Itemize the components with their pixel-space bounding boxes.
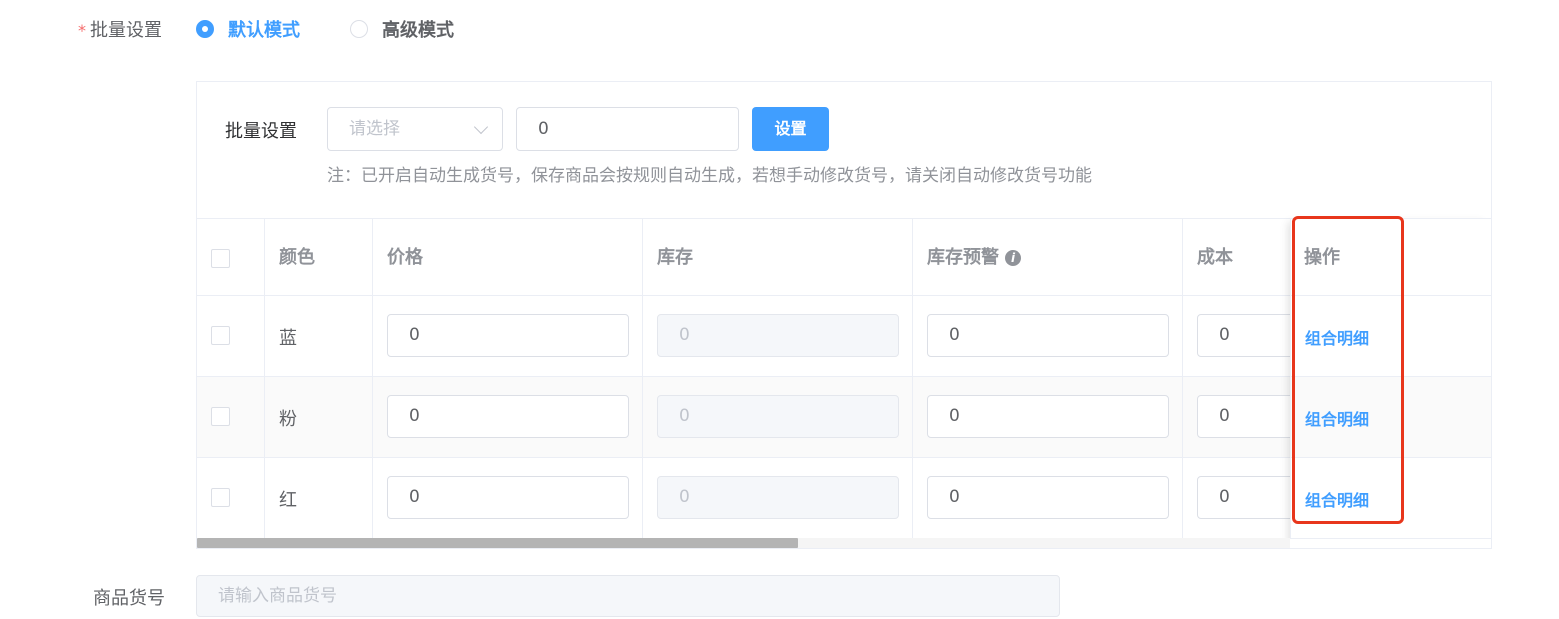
radio-dot[interactable] — [196, 20, 214, 38]
auto-sku-note: 注：已开启自动生成货号，保存商品会按规则自动生成，若想手动修改货号，请关闭自动修… — [327, 166, 1092, 186]
sku-table-panel: 批量设置 请选择 0 设置 注：已开启自动生成货号，保存商品会按规则自动生成，若… — [196, 81, 1492, 549]
stock-warning-input[interactable]: 0 — [927, 395, 1169, 438]
stock-warning-input[interactable]: 0 — [927, 314, 1169, 357]
row-checkbox-cell — [197, 458, 265, 538]
select-placeholder: 请选择 — [349, 119, 400, 139]
fixed-action-column-shadow — [1290, 218, 1491, 548]
batch-value-input[interactable]: 0 — [516, 107, 739, 151]
header-stock-warning: 库存预警 i — [913, 219, 1183, 296]
stock-warning-cell: 0 — [913, 458, 1183, 538]
color-cell: 蓝 — [265, 296, 373, 376]
header-stock: 库存 — [643, 219, 913, 296]
batch-mode-label-text: 批量设置 — [90, 20, 162, 41]
batch-field-select[interactable]: 请选择 — [327, 107, 503, 151]
price-input[interactable]: 0 — [387, 395, 629, 438]
color-value: 红 — [279, 490, 297, 511]
stock-cell: 0 — [643, 377, 913, 457]
horizontal-scrollbar-thumb[interactable] — [197, 538, 799, 548]
radio-dot[interactable] — [350, 20, 368, 38]
radio-advanced-mode[interactable]: 高级模式 — [350, 16, 454, 42]
stock-warning-cell: 0 — [913, 377, 1183, 457]
header-price: 价格 — [373, 219, 643, 296]
price-cell: 0 — [373, 296, 643, 376]
price-input[interactable]: 0 — [387, 314, 629, 357]
cost-cell: 0 — [1183, 296, 1291, 376]
header-cost: 成本 — [1183, 219, 1291, 296]
stock-cell: 0 — [643, 458, 913, 538]
row-checkbox[interactable] — [211, 488, 230, 507]
cost-cell: 0 — [1183, 377, 1291, 457]
sku-label: 商品货号 — [93, 588, 165, 609]
radio-default-mode[interactable]: 默认模式 — [196, 16, 300, 42]
stock-warning-cell: 0 — [913, 296, 1183, 376]
row-checkbox-cell — [197, 296, 265, 376]
row-checkbox[interactable] — [211, 326, 230, 345]
chevron-down-icon — [473, 119, 489, 135]
cost-input[interactable]: 0 — [1197, 314, 1290, 357]
batch-mode-label: * 批量设置 — [78, 16, 162, 42]
header-stock-warning-text: 库存预警 — [927, 247, 999, 268]
batch-set-button[interactable]: 设置 — [752, 107, 829, 151]
color-value: 粉 — [279, 409, 297, 430]
select-all-checkbox[interactable] — [211, 249, 230, 268]
stock-warning-input[interactable]: 0 — [927, 476, 1169, 519]
price-input[interactable]: 0 — [387, 476, 629, 519]
stock-input: 0 — [657, 395, 899, 438]
batch-setting-label: 批量设置 — [225, 121, 297, 142]
header-select-all — [197, 219, 265, 296]
radio-default-mode-label[interactable]: 默认模式 — [228, 16, 300, 42]
row-checkbox[interactable] — [211, 407, 230, 426]
header-color: 颜色 — [265, 219, 373, 296]
cost-cell: 0 — [1183, 458, 1291, 538]
row-checkbox-cell — [197, 377, 265, 457]
radio-advanced-mode-label[interactable]: 高级模式 — [382, 16, 454, 42]
stock-cell: 0 — [643, 296, 913, 376]
stock-input: 0 — [657, 476, 899, 519]
color-value: 蓝 — [279, 328, 297, 349]
color-cell: 红 — [265, 458, 373, 538]
price-cell: 0 — [373, 377, 643, 457]
sku-input[interactable]: 请输入商品货号 — [196, 575, 1060, 617]
price-cell: 0 — [373, 458, 643, 538]
cost-input[interactable]: 0 — [1197, 395, 1290, 438]
stock-input: 0 — [657, 314, 899, 357]
color-cell: 粉 — [265, 377, 373, 457]
info-icon[interactable]: i — [1005, 250, 1021, 266]
cost-input[interactable]: 0 — [1197, 476, 1290, 519]
required-mark: * — [78, 21, 86, 40]
